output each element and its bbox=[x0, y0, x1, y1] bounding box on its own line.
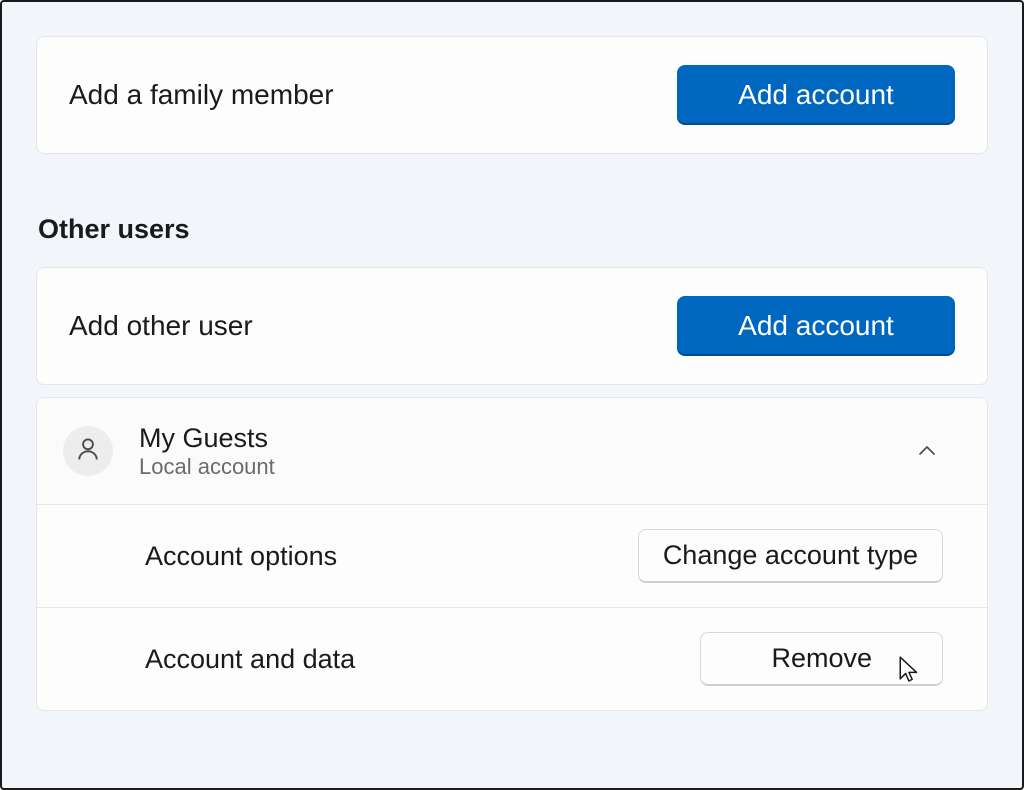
account-options-label: Account options bbox=[145, 541, 337, 572]
user-header-left: My Guests Local account bbox=[63, 422, 275, 480]
account-data-row: Account and data Remove bbox=[37, 607, 987, 710]
change-account-type-button[interactable]: Change account type bbox=[638, 529, 943, 583]
add-other-user-button[interactable]: Add account bbox=[677, 296, 955, 356]
user-name: My Guests bbox=[139, 422, 275, 454]
user-account-header[interactable]: My Guests Local account bbox=[37, 398, 987, 504]
add-other-user-card: Add other user Add account bbox=[36, 267, 988, 385]
other-users-heading: Other users bbox=[38, 214, 988, 245]
add-other-user-label: Add other user bbox=[69, 310, 253, 342]
avatar bbox=[63, 426, 113, 476]
user-account-panel: My Guests Local account Account options … bbox=[36, 397, 988, 711]
add-family-member-card: Add a family member Add account bbox=[36, 36, 988, 154]
add-family-label: Add a family member bbox=[69, 79, 334, 111]
add-family-account-button[interactable]: Add account bbox=[677, 65, 955, 125]
chevron-up-icon bbox=[915, 439, 939, 463]
person-icon bbox=[74, 435, 102, 468]
user-type: Local account bbox=[139, 454, 275, 480]
remove-account-button[interactable]: Remove bbox=[700, 632, 943, 686]
account-data-label: Account and data bbox=[145, 644, 355, 675]
user-info: My Guests Local account bbox=[139, 422, 275, 480]
account-options-row: Account options Change account type bbox=[37, 504, 987, 607]
